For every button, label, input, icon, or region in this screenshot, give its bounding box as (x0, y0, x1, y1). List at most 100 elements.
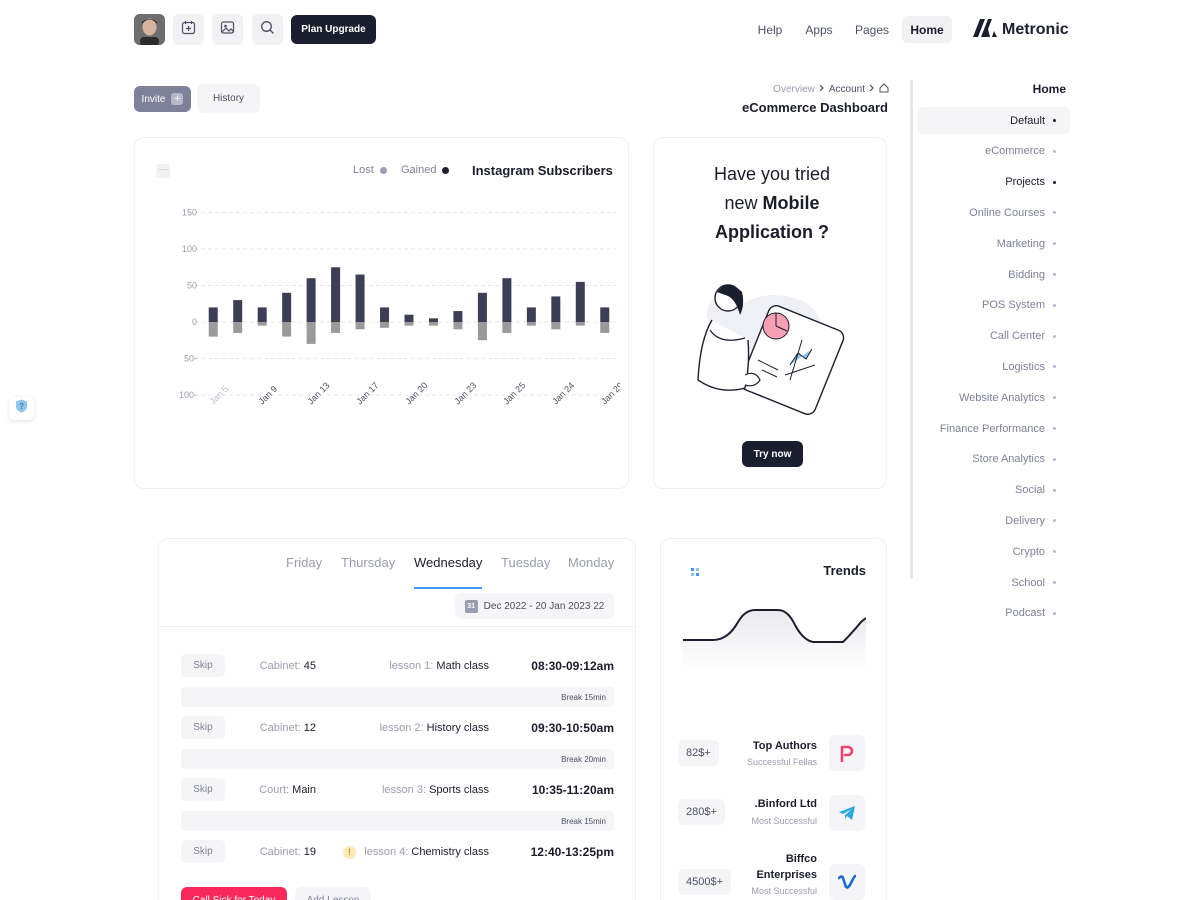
bar-gained[interactable] (453, 311, 463, 322)
trend-author-name[interactable]: Biffco Enterprises (756, 851, 817, 883)
bar-gained[interactable] (428, 318, 438, 322)
bar-gained[interactable] (502, 278, 512, 322)
brand-logo[interactable]: Metronic (973, 18, 1069, 41)
apps-icon[interactable] (690, 566, 702, 578)
menu-item-ecommerce[interactable]: eCommerce (917, 138, 1070, 165)
try-now-button[interactable]: Try now (742, 441, 803, 467)
breadcrumb-account[interactable]: Account (829, 84, 865, 95)
user-avatar[interactable] (134, 14, 165, 45)
bar-lost[interactable] (404, 322, 414, 326)
bar-gained[interactable] (404, 314, 414, 322)
tab-wednesday[interactable]: Wednesday (414, 555, 482, 570)
add-lesson-button[interactable]: Add Lesson (295, 887, 371, 900)
menu-scrollbar[interactable] (910, 80, 913, 579)
menu-item-finance-performance[interactable]: Finance Performance (917, 415, 1070, 442)
bar-gained[interactable] (477, 292, 487, 322)
skip-button[interactable]: Skip (181, 840, 225, 863)
menu-item-default[interactable]: Default (917, 107, 1070, 134)
room-label: Cabinet: (259, 846, 304, 858)
bar-lost[interactable] (355, 322, 365, 330)
bar-lost[interactable] (551, 322, 561, 330)
bar-gained[interactable] (600, 307, 610, 322)
lesson-info: lesson 2: History class (380, 722, 489, 734)
menu-item-marketing[interactable]: Marketing (917, 230, 1070, 257)
menu-item-delivery[interactable]: Delivery (917, 507, 1070, 534)
invite-button[interactable]: Invite + (134, 86, 191, 112)
tab-thursday[interactable]: Thursday (341, 555, 395, 570)
menu-item-podcast[interactable]: Podcast (917, 600, 1070, 627)
promo-line-1: Have you tried (713, 164, 831, 184)
bar-gained[interactable] (282, 292, 292, 322)
menu-item-crypto[interactable]: Crypto (917, 538, 1070, 565)
help-button[interactable]: ? (9, 397, 34, 420)
bar-gained[interactable] (208, 307, 218, 322)
promo-line-2-bold: Mobile (762, 193, 820, 213)
menu-bullet (1053, 581, 1056, 584)
promo-line-2-plain: new (724, 193, 763, 213)
bar-lost[interactable] (257, 322, 267, 326)
call-sick-button[interactable]: Call Sick for Today (181, 887, 287, 900)
tab-monday[interactable]: Monday (568, 555, 614, 570)
trend-author-sub: Most Successful (751, 816, 817, 826)
trend-author-name[interactable]: .Binford Ltd (755, 796, 817, 812)
bar-lost[interactable] (306, 322, 316, 344)
menu-item-label: School (1011, 576, 1045, 589)
menu-item-store-analytics[interactable]: Store Analytics (917, 446, 1070, 473)
bar-lost[interactable] (208, 322, 218, 337)
menu-item-bidding[interactable]: Bidding (917, 261, 1070, 288)
bar-gained[interactable] (306, 278, 316, 322)
nav-home[interactable]: Home (902, 16, 952, 43)
nav-pages[interactable]: Pages (851, 16, 893, 43)
bar-gained[interactable] (526, 307, 536, 322)
menu-item-social[interactable]: Social (917, 477, 1070, 504)
bar-lost[interactable] (502, 322, 512, 333)
bar-lost[interactable] (526, 322, 536, 326)
menu-item-website-analytics[interactable]: Website Analytics (917, 384, 1070, 411)
menu-item-label: Podcast (1005, 607, 1045, 620)
bar-gained[interactable] (551, 296, 561, 322)
image-button[interactable] (212, 14, 243, 45)
x-tick-label: Jan 25 (501, 380, 527, 406)
menu-item-call-center[interactable]: Call Center (917, 323, 1070, 350)
bar-gained[interactable] (355, 274, 365, 322)
bar-gained[interactable] (331, 267, 341, 322)
bar-lost[interactable] (575, 322, 585, 326)
skip-button[interactable]: Skip (181, 716, 225, 739)
telegram-icon (829, 795, 865, 831)
tab-tuesday[interactable]: Tuesday (501, 555, 550, 570)
bar-lost[interactable] (477, 322, 487, 341)
bar-gained[interactable] (233, 300, 243, 322)
menu-item-pos-system[interactable]: POS System (917, 292, 1070, 319)
skip-button[interactable]: Skip (181, 778, 225, 801)
bar-gained[interactable] (257, 307, 267, 322)
menu-item-label: Marketing (996, 237, 1045, 250)
bar-gained[interactable] (575, 281, 585, 322)
search-button[interactable] (252, 14, 283, 45)
bar-lost[interactable] (600, 322, 610, 333)
lesson-time: 12:40-13:25pm (530, 845, 614, 859)
date-range-picker[interactable]: 31 Dec 2022 - 20 Jan 2023 22 (455, 593, 614, 619)
home-icon[interactable] (879, 83, 889, 96)
trend-author-name[interactable]: Top Authors (753, 738, 817, 754)
breadcrumb-overview[interactable]: Overview (773, 84, 815, 95)
bar-lost[interactable] (233, 322, 243, 333)
more-options-icon[interactable]: ··· (156, 164, 170, 178)
menu-item-online-courses[interactable]: Online Courses (917, 199, 1070, 226)
bar-gained[interactable] (380, 307, 390, 322)
bar-lost[interactable] (331, 322, 341, 333)
bar-lost[interactable] (428, 322, 438, 326)
nav-apps[interactable]: Apps (800, 16, 838, 43)
bar-lost[interactable] (453, 322, 463, 330)
nav-help[interactable]: Help (752, 16, 788, 43)
bar-lost[interactable] (282, 322, 292, 337)
skip-button[interactable]: Skip (181, 654, 225, 677)
bar-lost[interactable] (380, 322, 390, 328)
menu-item-projects[interactable]: Projects (917, 169, 1070, 196)
menu-item-school[interactable]: School (917, 569, 1070, 596)
calendar-add-button[interactable] (173, 14, 204, 45)
tab-friday[interactable]: Friday (286, 555, 322, 570)
mobile-app-illustration (690, 270, 850, 420)
history-button[interactable]: History (197, 84, 260, 113)
menu-item-logistics[interactable]: Logistics (917, 353, 1070, 380)
plan-upgrade-button[interactable]: Plan Upgrade (291, 15, 376, 44)
